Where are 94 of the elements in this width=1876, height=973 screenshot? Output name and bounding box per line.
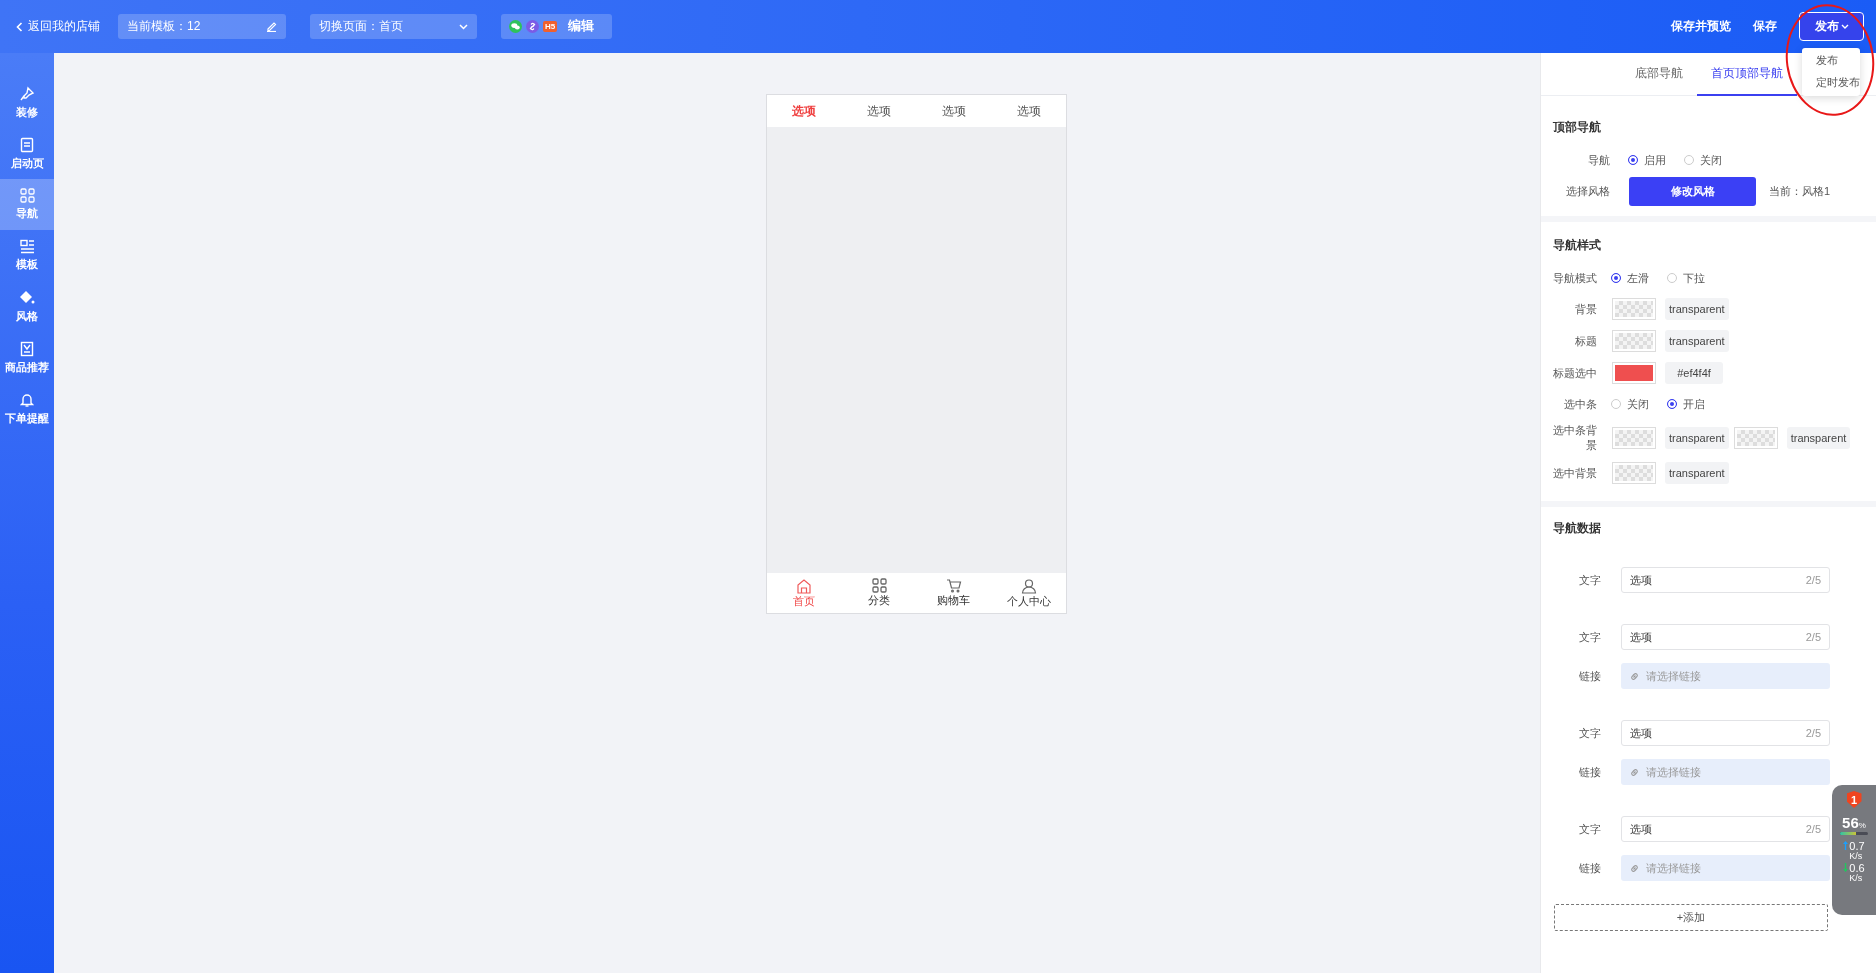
text-input[interactable]: 选项 2/5 <box>1621 567 1830 593</box>
field-label: 文字 <box>1578 725 1601 741</box>
chevron-down-icon <box>459 23 468 30</box>
radio-option[interactable]: 下拉 <box>1667 270 1705 286</box>
menu-item[interactable]: 定时发布 <box>1802 76 1860 90</box>
text-input[interactable]: 选项 2/5 <box>1621 624 1830 650</box>
color-value: #ef4f4f <box>1665 362 1723 384</box>
back-link[interactable]: 返回我的店铺 <box>16 18 100 35</box>
panel-tab[interactable]: 底部导航 <box>1621 53 1697 96</box>
color-value: transparent <box>1665 462 1729 484</box>
color-value: transparent <box>1665 330 1729 352</box>
paint-bucket-icon <box>19 289 35 306</box>
field-label: 导航模式 <box>1553 270 1597 286</box>
upload-speed: 0.7 K/s <box>1849 841 1865 861</box>
chevron-down-icon <box>1840 23 1849 30</box>
text-input[interactable]: 选项 2/5 <box>1621 720 1830 746</box>
radio-option[interactable]: 左滑 <box>1611 270 1649 286</box>
brush-icon <box>19 85 35 102</box>
document-icon <box>20 136 34 153</box>
link-icon <box>1629 670 1640 682</box>
section-title: 导航数据 <box>1553 521 1602 536</box>
toolbar-link[interactable]: 保存并预览 <box>1671 18 1731 35</box>
cpu-reading: 56% <box>1842 814 1866 831</box>
bottom-nav-item[interactable]: 购物车 <box>916 573 992 613</box>
field-label: 链接 <box>1578 860 1601 876</box>
sidebar-item[interactable]: 启动页 <box>0 128 54 179</box>
field-label: 标题 <box>1574 333 1597 349</box>
toolbar-link[interactable]: 保存 <box>1753 18 1777 35</box>
bottom-nav-item[interactable]: 分类 <box>841 573 917 613</box>
pencil-icon[interactable] <box>266 21 277 32</box>
radio-button[interactable] <box>1628 155 1638 165</box>
link-icon[interactable] <box>526 20 539 33</box>
upload-arrow-icon <box>1843 841 1849 850</box>
color-swatch[interactable] <box>1613 363 1655 383</box>
field-label: 背景 <box>1574 301 1597 317</box>
radio-button[interactable] <box>1667 399 1677 409</box>
link-icon <box>1629 766 1640 778</box>
person-icon <box>1020 577 1037 594</box>
add-button[interactable]: +添加 <box>1554 904 1828 931</box>
grid-icon <box>871 578 887 593</box>
nav-tab[interactable]: 选项 <box>991 95 1066 127</box>
alert-shield-badge: 1 <box>1846 791 1862 808</box>
field-label: 导航 <box>1587 152 1610 168</box>
field-label: 标题选中 <box>1553 365 1597 381</box>
sidebar-item[interactable]: 商品推荐 <box>0 332 54 383</box>
nav-tab[interactable]: 选项 <box>767 95 842 127</box>
field-label: 选择风格 <box>1565 184 1610 199</box>
download-speed: 0.6 K/s <box>1849 863 1865 883</box>
publish-button[interactable]: 发布 <box>1799 12 1864 41</box>
grid-icon <box>19 188 35 203</box>
box-icon <box>20 340 34 357</box>
color-swatch[interactable] <box>1613 463 1655 483</box>
radio-option[interactable]: 启用 <box>1628 152 1666 168</box>
section-title: 顶部导航 <box>1553 120 1602 135</box>
field-label: 选中条背景 <box>1553 423 1597 453</box>
download-arrow-icon <box>1843 863 1849 872</box>
radio-option[interactable]: 开启 <box>1667 396 1705 412</box>
nav-tab[interactable]: 选项 <box>841 95 917 127</box>
radio-option[interactable]: 关闭 <box>1611 396 1649 412</box>
current-style-text: 当前：风格1 <box>1769 184 1831 199</box>
color-value: transparent <box>1786 427 1851 449</box>
color-value: transparent <box>1665 298 1729 320</box>
field-label: 链接 <box>1578 764 1601 780</box>
color-swatch[interactable] <box>1734 428 1777 448</box>
text-input[interactable]: 选项 2/5 <box>1621 816 1830 842</box>
color-swatch[interactable] <box>1613 428 1655 448</box>
field-label: 文字 <box>1578 572 1601 588</box>
sidebar-item[interactable]: 下单提醒 <box>0 383 54 434</box>
bottom-nav-item[interactable]: 首页 <box>767 573 842 613</box>
layout-icon <box>19 239 35 254</box>
sidebar-item[interactable]: 模板 <box>0 230 54 281</box>
sidebar-item[interactable]: 装修 <box>0 77 54 128</box>
color-swatch[interactable] <box>1613 299 1655 319</box>
field-label: 文字 <box>1578 629 1601 645</box>
color-value: transparent <box>1665 427 1729 449</box>
field-label: 选中条 <box>1563 396 1597 412</box>
chat-icon[interactable] <box>509 20 522 33</box>
section-title: 导航样式 <box>1553 238 1602 253</box>
field-label: 文字 <box>1578 821 1601 837</box>
house-icon <box>796 577 813 594</box>
chevron-left-icon <box>16 21 23 32</box>
menu-item[interactable]: 发布 <box>1802 54 1860 68</box>
cart-icon <box>945 578 962 593</box>
nav-tab[interactable]: 选项 <box>916 95 992 127</box>
radio-button[interactable] <box>1611 273 1621 283</box>
bell-icon <box>20 391 34 408</box>
link-icon <box>1629 862 1640 874</box>
field-label: 选中背景 <box>1553 465 1597 481</box>
color-swatch[interactable] <box>1613 331 1655 351</box>
change-style-button[interactable]: 修改风格 <box>1629 177 1756 206</box>
bottom-nav-item[interactable]: 个人中心 <box>991 573 1066 613</box>
sidebar-item[interactable]: 风格 <box>0 281 54 332</box>
field-label: 链接 <box>1578 668 1601 684</box>
radio-option[interactable]: 关闭 <box>1684 152 1722 168</box>
